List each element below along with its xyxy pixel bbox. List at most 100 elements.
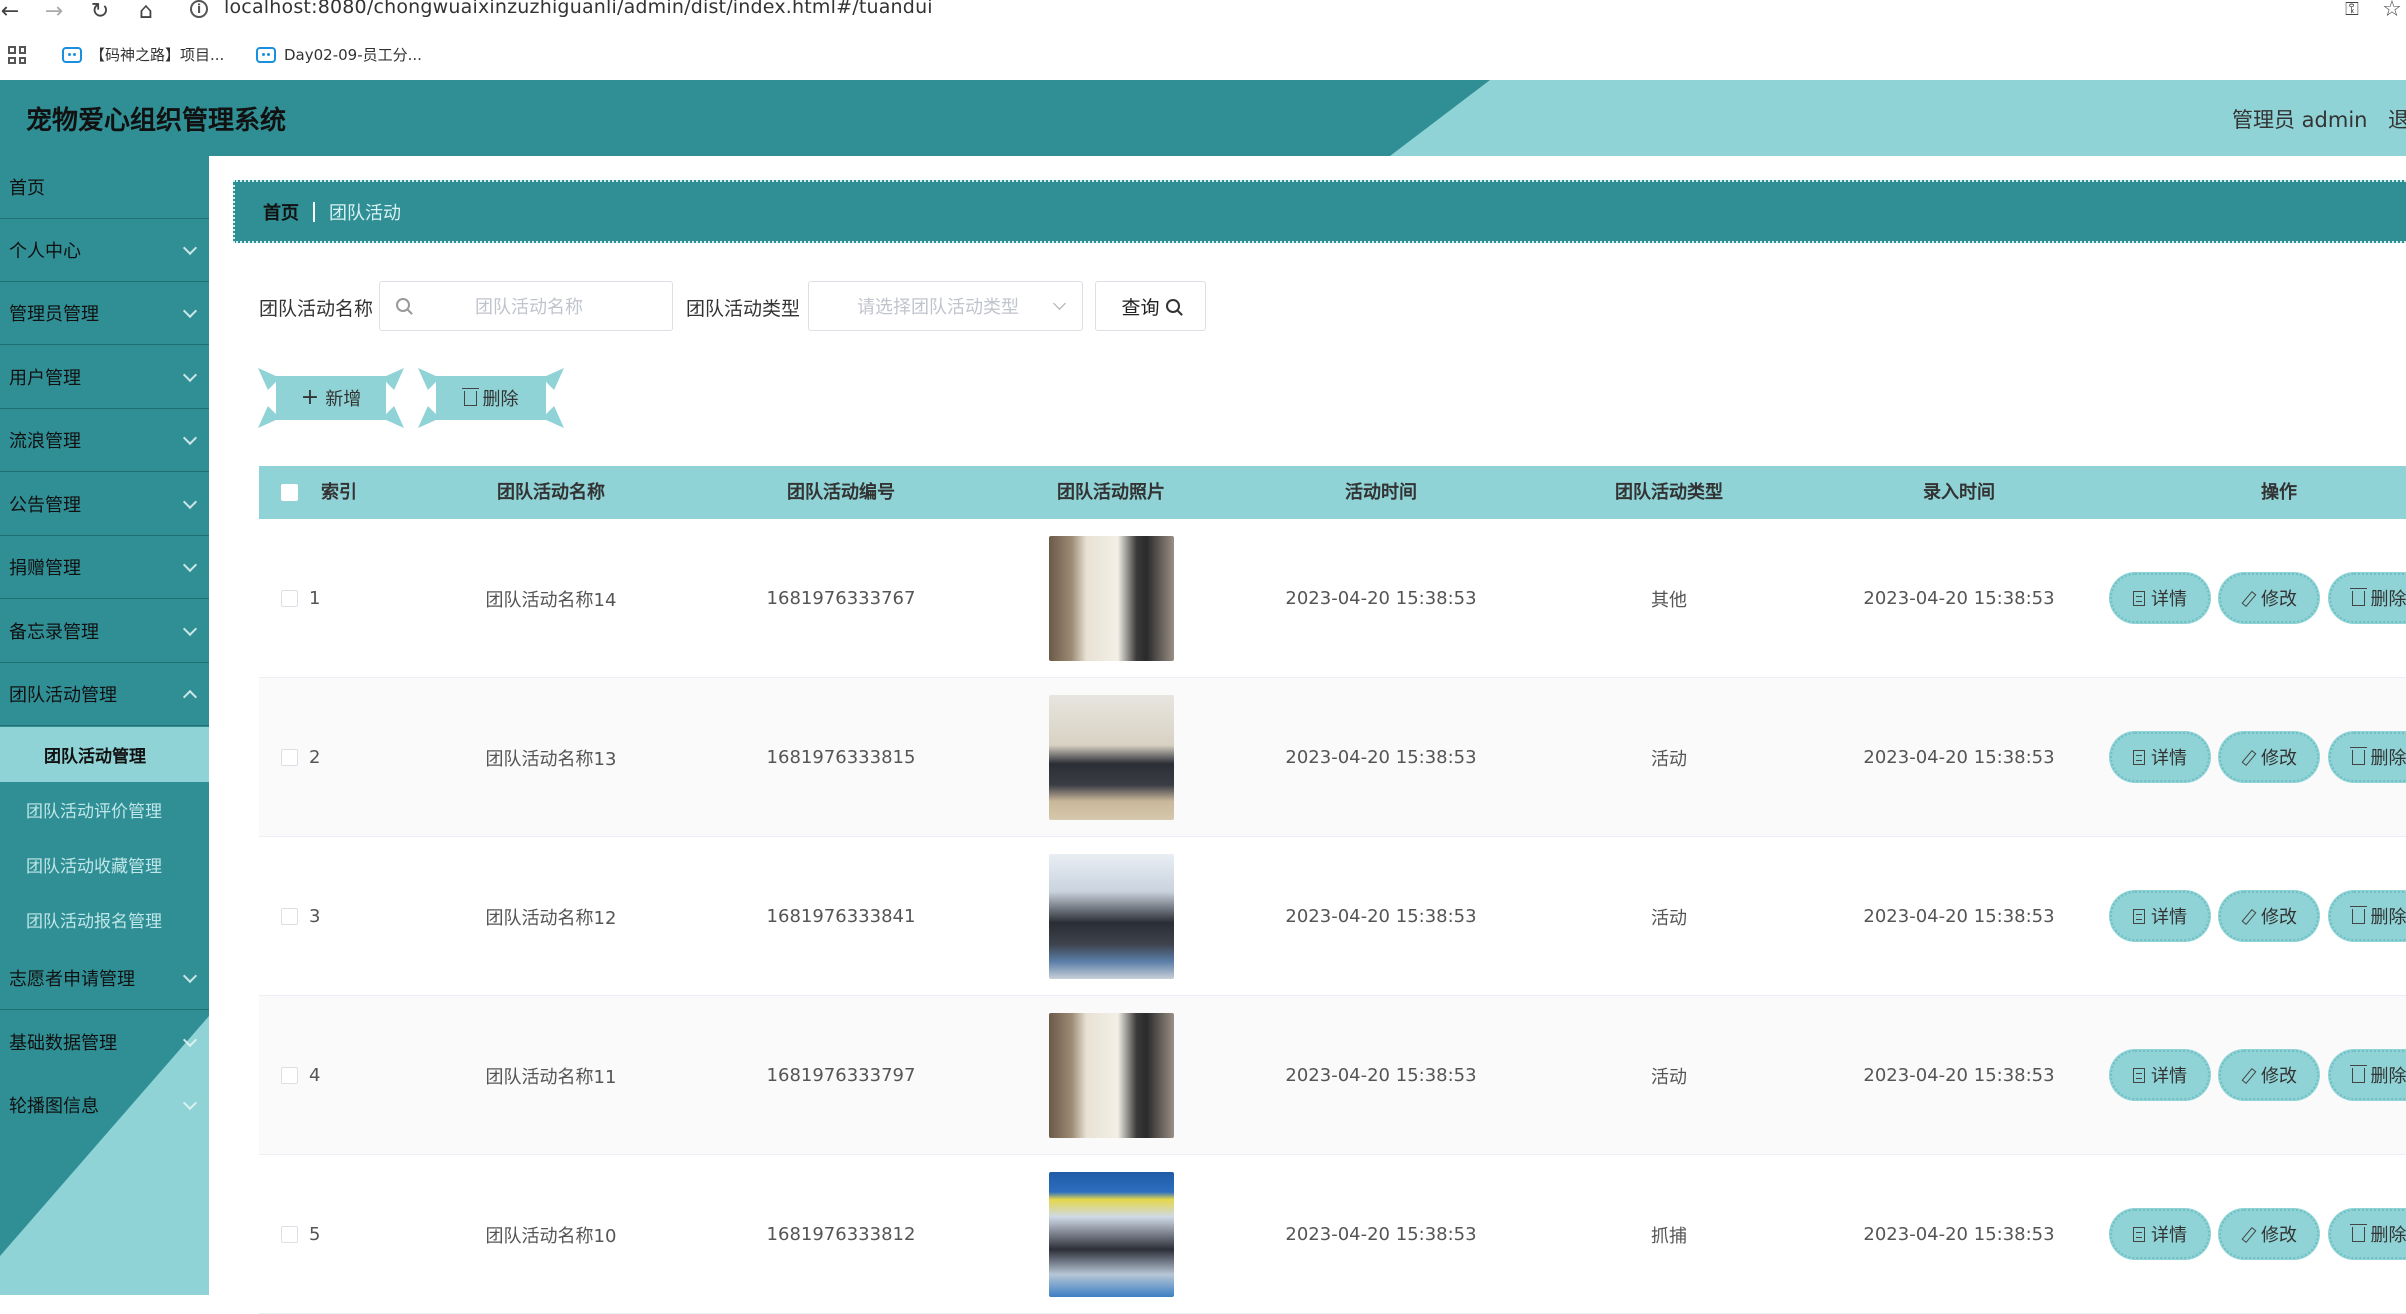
table-row[interactable]: 1团队活动名称1416819763337672023-04-20 15:38:5… — [259, 519, 2406, 678]
sidebar-subitem-team-activity[interactable]: 团队活动管理 — [0, 727, 209, 782]
cell-code: 1681976333841 — [721, 837, 961, 996]
detail-button[interactable]: 详情 — [2112, 575, 2208, 621]
sidebar-subitem-team-activity-signups[interactable]: 团队活动报名管理 — [0, 892, 209, 947]
row-checkbox[interactable] — [281, 590, 298, 607]
edit-button[interactable]: 修改 — [2221, 734, 2317, 780]
address-bar[interactable]: localhost:8080/chongwuaixinzuzhiguanli/a… — [224, 0, 933, 18]
row-checkbox[interactable] — [281, 749, 298, 766]
edit-button[interactable]: 修改 — [2221, 893, 2317, 939]
row-delete-button[interactable]: 删除 — [2331, 893, 2406, 939]
cell-photo — [991, 996, 1231, 1155]
apps-grid-icon[interactable] — [8, 46, 26, 64]
sidebar-subitem-team-activity-favorites[interactable]: 团队活动收藏管理 — [0, 837, 209, 892]
sidebar-item-home[interactable]: 首页 — [0, 156, 209, 219]
edit-button[interactable]: 修改 — [2221, 1211, 2317, 1257]
table-row[interactable]: 5团队活动名称1016819763338122023-04-20 15:38:5… — [259, 1155, 2406, 1314]
column-header[interactable]: 团队活动编号 — [721, 466, 961, 519]
logout-link[interactable]: 退 — [2388, 104, 2406, 134]
cell-type: 活动 — [1549, 678, 1789, 837]
row-delete-button[interactable]: 删除 — [2331, 734, 2406, 780]
column-header[interactable]: 操作 — [2219, 466, 2339, 519]
sidebar-item-users[interactable]: 用户管理 — [0, 346, 209, 409]
sidebar-item-volunteer-applications[interactable]: 志愿者申请管理 — [0, 947, 209, 1010]
activity-photo[interactable] — [1049, 854, 1174, 979]
row-delete-button[interactable]: 删除 — [2331, 575, 2406, 621]
forward-icon[interactable]: → — [40, 0, 68, 22]
edit-button[interactable]: 修改 — [2221, 1052, 2317, 1098]
site-info-icon[interactable]: i — [190, 0, 208, 18]
key-icon[interactable]: ⚿ — [2338, 0, 2366, 20]
back-icon[interactable]: ← — [0, 0, 24, 22]
cell-created-time: 2023-04-20 15:38:53 — [1839, 519, 2079, 678]
sidebar-item-label: 备忘录管理 — [9, 618, 99, 644]
detail-button[interactable]: 详情 — [2112, 734, 2208, 780]
batch-delete-button[interactable]: 删除 — [418, 368, 564, 428]
activity-photo[interactable] — [1049, 1172, 1174, 1297]
search-name-label: 团队活动名称 — [259, 294, 373, 321]
column-header[interactable]: 团队活动照片 — [991, 466, 1231, 519]
row-delete-button[interactable]: 删除 — [2331, 1052, 2406, 1098]
sidebar-item-team-activities[interactable]: 团队活动管理 — [0, 663, 209, 726]
row-delete-button-label: 删除 — [2371, 903, 2406, 929]
cell-photo — [991, 678, 1231, 837]
sidebar-item-base-data[interactable]: 基础数据管理 — [0, 1011, 209, 1074]
sidebar-item-admins[interactable]: 管理员管理 — [0, 282, 209, 345]
search-type-select[interactable]: 请选择团队活动类型 — [808, 281, 1083, 331]
sidebar-subitem-label: 团队活动收藏管理 — [26, 852, 162, 877]
sidebar-item-strays[interactable]: 流浪管理 — [0, 409, 209, 472]
table-row[interactable]: 2团队活动名称1316819763338152023-04-20 15:38:5… — [259, 678, 2406, 837]
table-row[interactable]: 3团队活动名称1216819763338412023-04-20 15:38:5… — [259, 837, 2406, 996]
cell-activity-time: 2023-04-20 15:38:53 — [1261, 996, 1501, 1155]
chevron-up-icon — [183, 690, 197, 704]
bookmark-star-icon[interactable]: ☆ — [2378, 0, 2406, 20]
sidebar-item-label: 个人中心 — [9, 237, 81, 263]
query-button-label: 查询 — [1121, 293, 1159, 320]
trash-icon — [2352, 750, 2365, 765]
detail-button[interactable]: 详情 — [2112, 893, 2208, 939]
bookmark-2[interactable]: Day02-09-员工分... — [256, 44, 422, 65]
edit-button[interactable]: 修改 — [2221, 575, 2317, 621]
detail-button[interactable]: 详情 — [2112, 1211, 2208, 1257]
detail-button[interactable]: 详情 — [2112, 1052, 2208, 1098]
batch-delete-label: 删除 — [483, 385, 519, 411]
plus-icon: + — [301, 387, 319, 409]
row-delete-button[interactable]: 删除 — [2331, 1211, 2406, 1257]
bookmark-2-label: Day02-09-员工分... — [284, 44, 422, 65]
search-name-input[interactable]: 团队活动名称 — [379, 281, 673, 331]
browser-toolbar: ← → ↻ ⌂ i localhost:8080/chongwuaixinzuz… — [0, 0, 2406, 80]
chevron-down-icon — [183, 304, 197, 318]
sidebar-item-personal[interactable]: 个人中心 — [0, 219, 209, 282]
document-icon — [2133, 909, 2145, 924]
trash-icon — [464, 391, 477, 406]
select-all-checkbox[interactable] — [281, 484, 298, 501]
column-header[interactable]: 录入时间 — [1839, 466, 2079, 519]
sidebar-item-memos[interactable]: 备忘录管理 — [0, 600, 209, 663]
query-button[interactable]: 查询 — [1095, 281, 1206, 331]
row-checkbox[interactable] — [281, 1226, 298, 1243]
sidebar-subitem-team-activity-reviews[interactable]: 团队活动评价管理 — [0, 782, 209, 837]
column-header[interactable]: 活动时间 — [1261, 466, 1501, 519]
reload-icon[interactable]: ↻ — [86, 0, 114, 22]
cell-index: 4 — [309, 996, 369, 1155]
activity-photo[interactable] — [1049, 695, 1174, 820]
sidebar-item-notices[interactable]: 公告管理 — [0, 473, 209, 536]
sidebar-item-label: 志愿者申请管理 — [9, 965, 135, 991]
detail-button-label: 详情 — [2151, 744, 2187, 770]
table-row[interactable]: 4团队活动名称1116819763337972023-04-20 15:38:5… — [259, 996, 2406, 1155]
row-checkbox[interactable] — [281, 908, 298, 925]
row-checkbox[interactable] — [281, 1067, 298, 1084]
cell-index: 3 — [309, 837, 369, 996]
sidebar-item-donations[interactable]: 捐赠管理 — [0, 536, 209, 599]
activity-photo[interactable] — [1049, 1013, 1174, 1138]
activity-photo[interactable] — [1049, 536, 1174, 661]
bookmark-1[interactable]: 【码神之路】项目... — [62, 44, 224, 65]
add-button[interactable]: + 新增 — [258, 368, 404, 428]
cell-created-time: 2023-04-20 15:38:53 — [1839, 996, 2079, 1155]
sidebar-item-carousel[interactable]: 轮播图信息 — [0, 1074, 209, 1137]
home-icon[interactable]: ⌂ — [132, 0, 160, 22]
column-header[interactable]: 团队活动类型 — [1549, 466, 1789, 519]
breadcrumb-home[interactable]: 首页 — [263, 199, 299, 225]
search-icon — [396, 298, 410, 312]
column-header[interactable]: 索引 — [309, 466, 369, 519]
column-header[interactable]: 团队活动名称 — [431, 466, 671, 519]
